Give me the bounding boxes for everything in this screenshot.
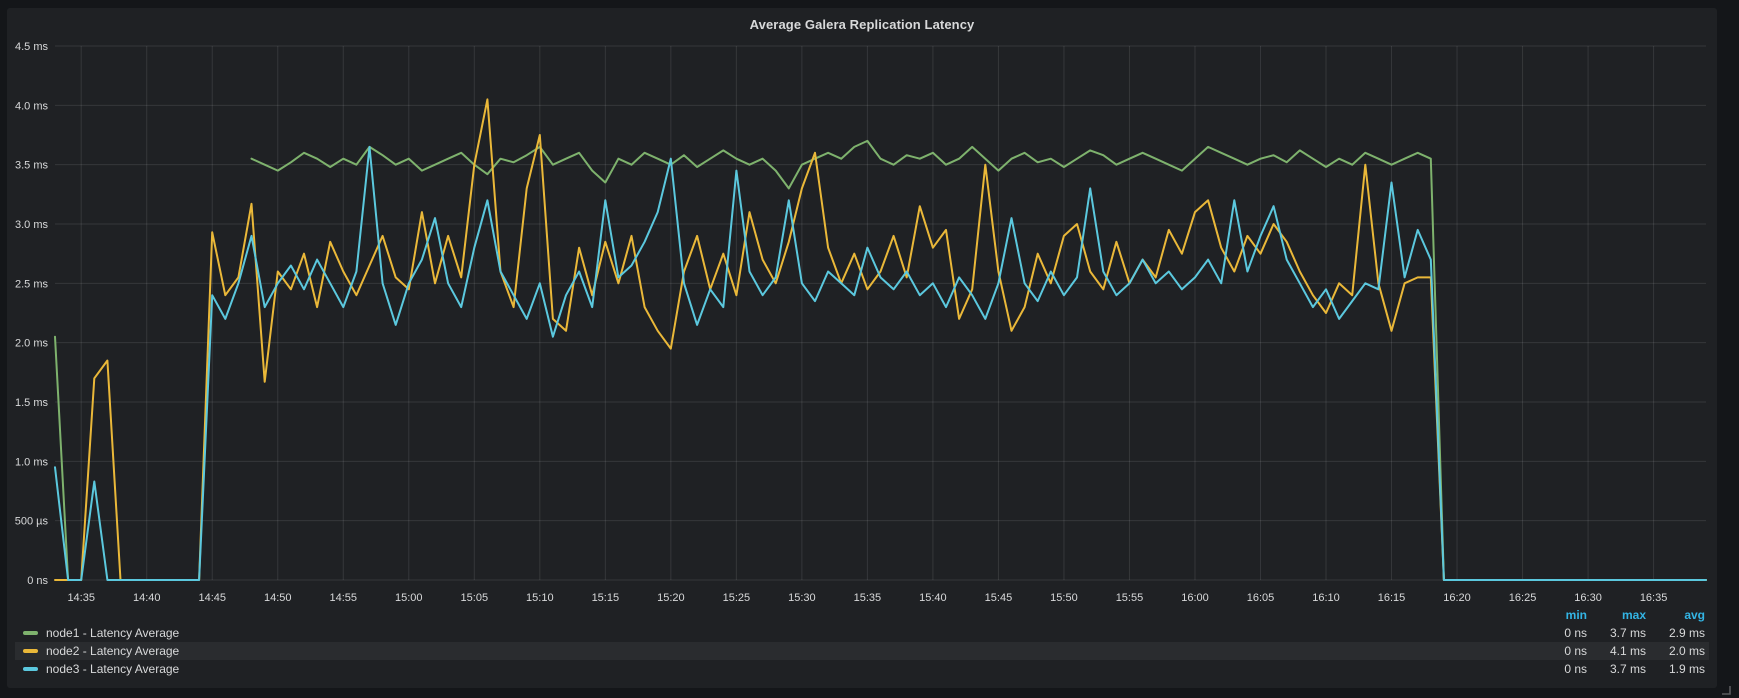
legend-item-label-node1[interactable]: node1 - Latency Average <box>46 626 179 640</box>
y-axis-tick-label: 1.5 ms <box>15 397 49 409</box>
legend-stat-max-node1: 3.7 ms <box>1587 626 1646 640</box>
legend-stat-header-min[interactable]: min <box>1528 608 1587 622</box>
x-axis-tick-label: 16:30 <box>1574 592 1602 604</box>
x-axis-tick-label: 15:25 <box>723 592 751 604</box>
y-axis-tick-label: 4.0 ms <box>15 100 49 112</box>
grid-lines <box>55 46 1706 580</box>
legend-stat-max-node3: 3.7 ms <box>1587 662 1646 676</box>
x-axis-tick-label: 15:40 <box>919 592 947 604</box>
x-axis-tick-label: 15:10 <box>526 592 554 604</box>
x-axis-tick-label: 16:15 <box>1378 592 1406 604</box>
x-axis: 14:35 14:40 14:45 14:50 14:55 15:00 15:05 15:10… <box>67 592 1667 604</box>
legend-color-swatch-node3[interactable] <box>23 667 38 671</box>
x-axis-tick-label: 15:45 <box>985 592 1013 604</box>
x-axis-tick-label: 15:55 <box>1116 592 1144 604</box>
y-axis-tick-label: 2.5 ms <box>15 278 49 290</box>
legend-item-node1: node1 - Latency Average 0 ns 3.7 ms 2.9 … <box>15 624 1709 642</box>
legend-stat-max-node2: 4.1 ms <box>1587 644 1646 658</box>
x-axis-tick-label: 15:30 <box>788 592 816 604</box>
series-line-node1 <box>55 141 1706 580</box>
x-axis-tick-label: 14:35 <box>67 592 95 604</box>
x-axis-tick-label: 14:45 <box>198 592 226 604</box>
x-axis-tick-label: 14:40 <box>133 592 161 604</box>
y-axis-tick-label: 3.5 ms <box>15 160 49 172</box>
legend-stat-avg-node1: 2.9 ms <box>1646 626 1705 640</box>
legend-item-label-node3[interactable]: node3 - Latency Average <box>46 662 179 676</box>
y-axis-tick-label: 2.0 ms <box>15 338 49 350</box>
legend-item-node2: node2 - Latency Average 0 ns 4.1 ms 2.0 … <box>15 642 1709 660</box>
legend-stat-avg-node2: 2.0 ms <box>1646 644 1705 658</box>
x-axis-tick-label: 14:55 <box>330 592 358 604</box>
legend-stat-header-avg[interactable]: avg <box>1646 608 1705 622</box>
legend-stat-min-node1: 0 ns <box>1528 626 1587 640</box>
legend-stat-avg-node3: 1.9 ms <box>1646 662 1705 676</box>
legend-stats-header-row: min max avg <box>15 606 1709 624</box>
y-axis-tick-label: 3.0 ms <box>15 219 49 231</box>
x-axis-tick-label: 16:10 <box>1312 592 1340 604</box>
y-axis-tick-label: 500 µs <box>15 516 49 528</box>
y-axis: 4.5 ms 4.0 ms 3.5 ms 3.0 ms 2.5 ms 2.0 ms 1.5 … <box>15 41 49 587</box>
legend-stat-header-max[interactable]: max <box>1587 608 1646 622</box>
x-axis-tick-label: 15:35 <box>854 592 882 604</box>
graph-legend: min max avg node1 - Latency Average 0 ns… <box>15 606 1709 678</box>
x-axis-tick-label: 16:05 <box>1247 592 1275 604</box>
x-axis-tick-label: 16:25 <box>1509 592 1537 604</box>
series-line-node2 <box>55 99 1706 580</box>
legend-item-node3: node3 - Latency Average 0 ns 3.7 ms 1.9 … <box>15 660 1709 678</box>
graph-panel: Average Galera Replication Latency 4.5 m… <box>7 8 1717 688</box>
x-axis-tick-label: 15:50 <box>1050 592 1078 604</box>
x-axis-tick-label: 14:50 <box>264 592 292 604</box>
x-axis-tick-label: 15:15 <box>592 592 620 604</box>
legend-color-swatch-node2[interactable] <box>23 649 38 653</box>
x-axis-tick-label: 15:20 <box>657 592 685 604</box>
x-axis-tick-label: 16:35 <box>1640 592 1668 604</box>
x-axis-tick-label: 16:20 <box>1443 592 1471 604</box>
y-axis-tick-label: 1.0 ms <box>15 456 49 468</box>
panel-resize-handle[interactable] <box>1721 685 1731 695</box>
x-axis-tick-label: 15:05 <box>461 592 489 604</box>
x-axis-tick-label: 16:00 <box>1181 592 1209 604</box>
legend-item-label-node2[interactable]: node2 - Latency Average <box>46 644 179 658</box>
y-axis-tick-label: 4.5 ms <box>15 41 49 53</box>
legend-stat-min-node2: 0 ns <box>1528 644 1587 658</box>
series-line-node3 <box>55 147 1706 580</box>
y-axis-tick-label: 0 ns <box>27 575 48 587</box>
x-axis-tick-label: 15:00 <box>395 592 423 604</box>
legend-stat-min-node3: 0 ns <box>1528 662 1587 676</box>
panel-title[interactable]: Average Galera Replication Latency <box>7 17 1717 32</box>
legend-color-swatch-node1[interactable] <box>23 631 38 635</box>
graph-canvas[interactable]: 4.5 ms 4.0 ms 3.5 ms 3.0 ms 2.5 ms 2.0 ms 1.5 … <box>7 8 1717 688</box>
